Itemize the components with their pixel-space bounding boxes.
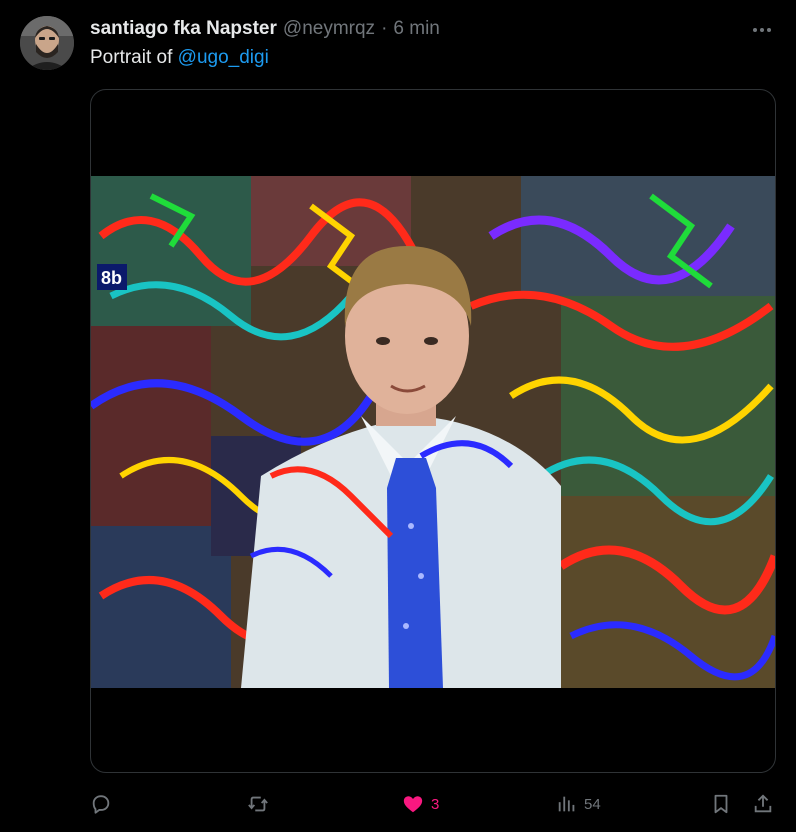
header-separator: · — [381, 18, 388, 39]
more-options-button[interactable] — [750, 22, 774, 38]
retweet-icon — [248, 796, 268, 812]
author-handle[interactable]: @neymrqz — [283, 18, 375, 40]
portrait-artwork: 8b — [91, 176, 775, 688]
tweet-header: santiago fka Napster @neymrqz · 6 min — [90, 18, 440, 40]
action-bar: 3 54 — [90, 790, 780, 818]
tweet-timestamp[interactable]: 6 min — [393, 18, 439, 40]
share-icon — [754, 794, 772, 813]
mention-link[interactable]: @ugo_digi — [178, 47, 269, 68]
like-button[interactable]: 3 — [401, 790, 439, 818]
views-count: 54 — [584, 795, 601, 813]
author-avatar[interactable] — [20, 16, 74, 70]
tweet-text-prefix: Portrait of — [90, 47, 178, 68]
media-card[interactable]: 8b — [90, 89, 776, 773]
more-dots-icon — [753, 28, 771, 32]
views-icon — [558, 796, 575, 812]
user-avatar-icon — [20, 16, 74, 70]
tweet-text: Portrait of @ugo_digi — [90, 47, 269, 69]
bookmark-icon — [714, 794, 728, 814]
bookmark-button[interactable] — [710, 790, 732, 818]
reply-button[interactable] — [90, 790, 118, 818]
author-display-name[interactable]: santiago fka Napster — [90, 18, 277, 40]
portrait-image[interactable]: 8b — [91, 176, 775, 688]
like-count: 3 — [431, 795, 440, 813]
views-button[interactable]: 54 — [556, 790, 601, 818]
share-button[interactable] — [752, 790, 774, 818]
reply-icon — [92, 795, 110, 814]
retweet-button[interactable] — [246, 790, 276, 818]
heart-icon — [403, 796, 423, 813]
corner-mark: 8b — [101, 268, 122, 288]
